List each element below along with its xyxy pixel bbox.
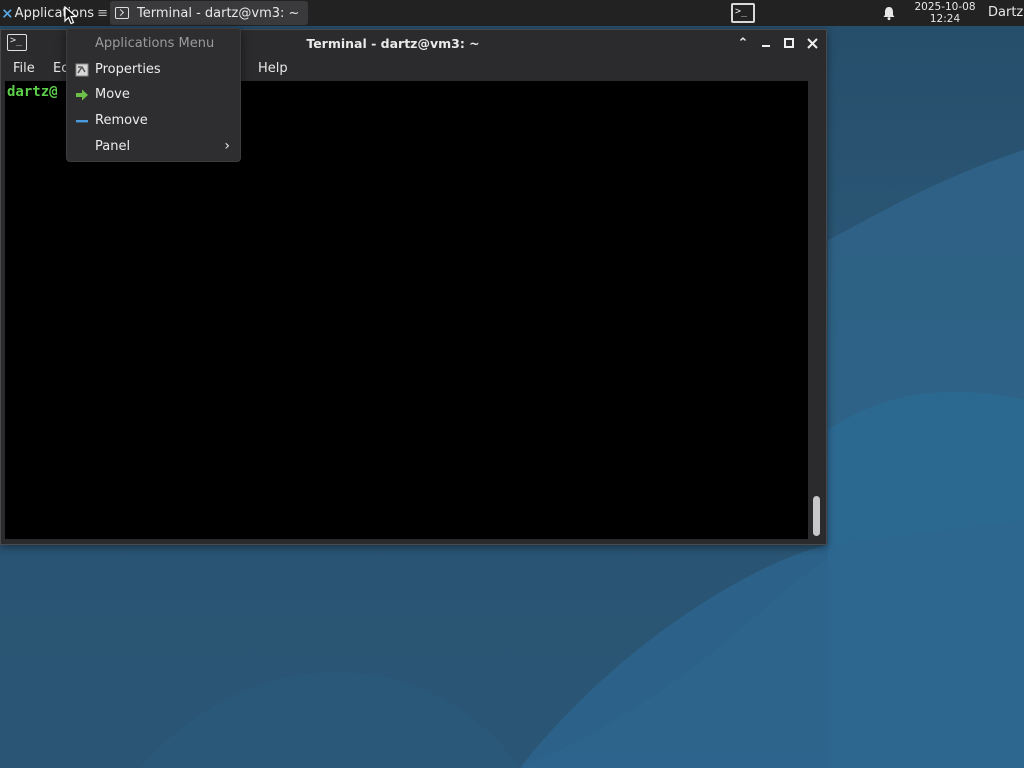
menu-help[interactable]: Help — [258, 57, 288, 81]
close-icon[interactable] — [803, 34, 821, 52]
terminal-launcher-button[interactable]: >_ — [726, 0, 760, 26]
clock-time: 12:24 — [929, 13, 961, 25]
taskbar-terminal-button[interactable]: Terminal - dartz@vm3: ~ — [110, 1, 308, 25]
mouse-cursor-icon — [64, 6, 78, 25]
maximize-up-icon[interactable]: ⌃ — [734, 34, 752, 52]
terminal-prompt: dartz@ — [7, 84, 58, 100]
chevron-right-icon: › — [224, 138, 230, 154]
menu-header: Applications Menu — [95, 36, 215, 51]
window-title: Terminal - dartz@vm3: ~ — [306, 36, 480, 51]
menu-item-label: Move — [95, 87, 130, 102]
bell-icon[interactable] — [881, 5, 897, 21]
menu-item-label: Remove — [95, 113, 148, 128]
scrollbar[interactable] — [809, 81, 825, 539]
menu-item-label: Panel — [95, 139, 131, 154]
clock[interactable]: 2025-10-08 12:24 — [906, 1, 984, 25]
clock-date: 2025-10-08 — [914, 1, 976, 13]
menu-item-panel[interactable]: Panel › — [67, 134, 240, 159]
applications-label: Applications — [14, 5, 95, 21]
user-menu[interactable]: Dartz — [988, 0, 1023, 26]
maximize-icon[interactable] — [780, 34, 798, 52]
desktop: >_ Terminal - dartz@vm3: ~ ⌃ File Ec Hel… — [0, 0, 1024, 768]
top-panel: Applications ≡ Terminal - dartz@vm3: ~ >… — [0, 0, 1024, 26]
move-arrow-icon — [76, 89, 88, 101]
scrollbar-thumb[interactable] — [813, 496, 820, 536]
xfce-logo-icon — [3, 8, 12, 18]
menu-item-label: Properties — [95, 62, 161, 77]
menu-file[interactable]: File — [13, 57, 35, 81]
minimize-icon[interactable] — [757, 34, 775, 52]
taskbar-terminal-label: Terminal - dartz@vm3: ~ — [137, 5, 300, 21]
properties-icon — [75, 63, 89, 77]
applications-menu-button[interactable]: Applications ≡ — [0, 0, 108, 26]
menu-item-properties[interactable]: Properties — [67, 57, 240, 82]
applications-context-menu: Applications Menu Properties Move Remove… — [66, 28, 241, 162]
terminal-icon — [115, 7, 129, 19]
terminal-icon: >_ — [7, 34, 27, 51]
remove-icon — [76, 120, 88, 123]
menu-item-move[interactable]: Move — [67, 82, 240, 107]
terminal-launcher-icon: >_ — [731, 3, 755, 23]
applications-trailing: ≡ — [97, 5, 108, 21]
menu-item-remove[interactable]: Remove — [67, 108, 240, 133]
